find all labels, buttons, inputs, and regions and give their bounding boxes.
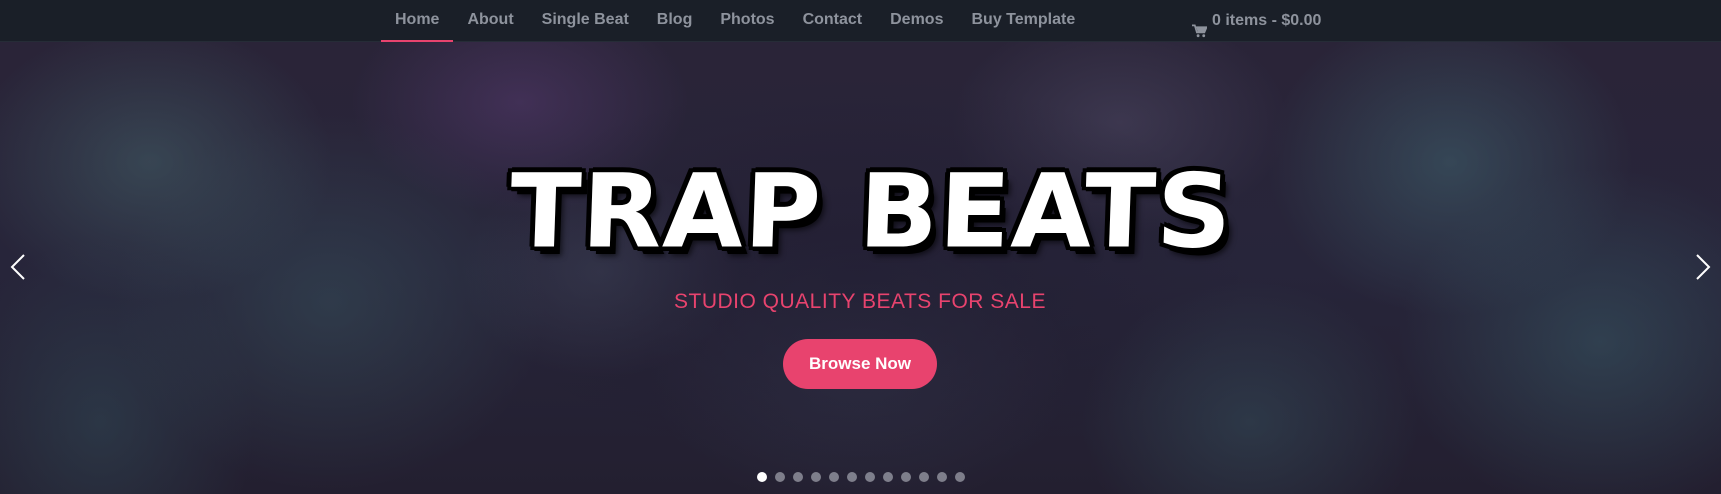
slider-dot[interactable]	[811, 472, 821, 482]
slider-dot[interactable]	[829, 472, 839, 482]
nav-item-contact[interactable]: Contact	[789, 0, 877, 42]
shopping-cart-icon	[1192, 14, 1208, 38]
nav-item-blog[interactable]: Blog	[643, 0, 707, 42]
hero-subtitle: STUDIO QUALITY BEATS FOR SALE	[674, 290, 1046, 313]
slider-dot[interactable]	[883, 472, 893, 482]
chevron-left-icon	[10, 254, 25, 280]
cart-link[interactable]: 0 items - $0.00	[1192, 0, 1321, 42]
nav-item-about[interactable]: About	[453, 0, 527, 42]
hero-title: TRAP BEATS	[507, 151, 1235, 271]
nav-item-home[interactable]: Home	[381, 0, 454, 42]
slider-dot[interactable]	[919, 472, 929, 482]
nav-item-single-beat[interactable]: Single Beat	[528, 0, 643, 42]
slider-dot[interactable]	[793, 472, 803, 482]
chevron-right-icon	[1696, 254, 1711, 280]
hero-slider: TRAP BEATS STUDIO QUALITY BEATS FOR SALE…	[0, 42, 1721, 494]
top-navbar: Home About Single Beat Blog Photos Conta…	[0, 0, 1721, 42]
slider-dot[interactable]	[955, 472, 965, 482]
slider-dot[interactable]	[847, 472, 857, 482]
nav-menu: Home About Single Beat Blog Photos Conta…	[381, 0, 1089, 42]
nav-item-demos[interactable]: Demos	[876, 0, 957, 42]
slider-next-button[interactable]	[1689, 251, 1717, 283]
slider-dot[interactable]	[937, 472, 947, 482]
slider-pagination	[757, 472, 965, 482]
nav-item-photos[interactable]: Photos	[706, 0, 788, 42]
slider-prev-button[interactable]	[4, 251, 32, 283]
slider-dot[interactable]	[901, 472, 911, 482]
slider-dot[interactable]	[775, 472, 785, 482]
slider-dot[interactable]	[865, 472, 875, 482]
nav-item-buy-template[interactable]: Buy Template	[957, 0, 1089, 42]
slider-dot[interactable]	[757, 472, 767, 482]
cart-summary: 0 items - $0.00	[1212, 12, 1322, 29]
browse-now-button[interactable]: Browse Now	[783, 339, 937, 389]
